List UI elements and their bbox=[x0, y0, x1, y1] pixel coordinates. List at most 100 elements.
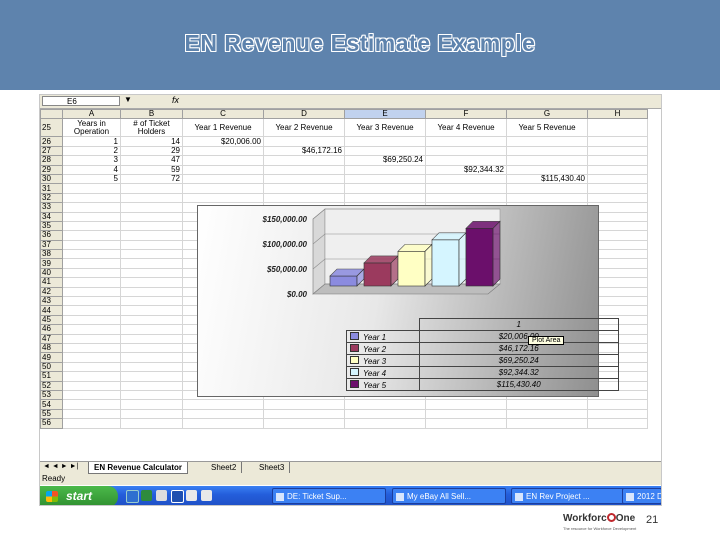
empty-cell[interactable] bbox=[62, 371, 121, 382]
header-cell[interactable]: Year 5 Revenue bbox=[506, 118, 588, 138]
row-header[interactable]: 43 bbox=[40, 296, 63, 307]
empty-cell[interactable] bbox=[120, 389, 183, 401]
header-cell[interactable]: # of Ticket Holders bbox=[120, 118, 183, 138]
empty-cell[interactable] bbox=[506, 408, 588, 420]
empty-cell[interactable] bbox=[120, 333, 183, 345]
data-cell[interactable] bbox=[587, 136, 648, 147]
empty-cell[interactable] bbox=[62, 333, 121, 345]
empty-cell[interactable] bbox=[120, 192, 183, 204]
empty-cell[interactable] bbox=[344, 418, 426, 429]
data-cell[interactable] bbox=[587, 164, 648, 175]
sheet-tab[interactable]: Sheet3 bbox=[254, 462, 291, 473]
data-cell[interactable]: 59 bbox=[120, 164, 183, 175]
empty-cell[interactable] bbox=[62, 418, 121, 429]
sheet-tab[interactable]: Sheet2 bbox=[206, 462, 243, 473]
data-cell[interactable] bbox=[587, 155, 648, 166]
empty-cell[interactable] bbox=[62, 267, 121, 279]
row-header[interactable]: 37 bbox=[40, 239, 63, 251]
empty-cell[interactable] bbox=[263, 192, 345, 204]
empty-cell[interactable] bbox=[120, 183, 183, 194]
data-cell[interactable]: $115,430.40 bbox=[506, 173, 588, 185]
column-header-g[interactable]: G bbox=[506, 108, 588, 120]
row-header[interactable]: 27 bbox=[40, 145, 63, 157]
empty-cell[interactable] bbox=[62, 277, 121, 288]
empty-cell[interactable] bbox=[506, 418, 588, 429]
data-cell[interactable]: 14 bbox=[120, 136, 183, 147]
empty-cell[interactable] bbox=[120, 418, 183, 429]
empty-cell[interactable] bbox=[344, 399, 426, 410]
row-header[interactable]: 55 bbox=[40, 408, 63, 420]
row-header[interactable]: 39 bbox=[40, 258, 63, 269]
column-header-d[interactable]: D bbox=[263, 108, 345, 120]
empty-cell[interactable] bbox=[120, 314, 183, 326]
header-cell[interactable]: Year 2 Revenue bbox=[263, 118, 345, 138]
row-header[interactable]: 52 bbox=[40, 380, 63, 391]
empty-cell[interactable] bbox=[182, 418, 264, 429]
sheet-tab[interactable]: EN Revenue Calculator bbox=[88, 462, 189, 474]
empty-cell[interactable] bbox=[263, 183, 345, 194]
empty-cell[interactable] bbox=[587, 399, 648, 410]
quicklaunch-icon-6[interactable] bbox=[201, 490, 212, 501]
empty-cell[interactable] bbox=[62, 352, 121, 363]
empty-cell[interactable] bbox=[120, 277, 183, 288]
empty-cell[interactable] bbox=[425, 408, 507, 420]
row-header[interactable]: 28 bbox=[40, 155, 63, 166]
empty-cell[interactable] bbox=[120, 230, 183, 241]
empty-cell[interactable] bbox=[120, 202, 183, 213]
row-header[interactable]: 44 bbox=[40, 305, 63, 316]
row-header[interactable]: 26 bbox=[40, 136, 63, 147]
empty-cell[interactable] bbox=[344, 408, 426, 420]
column-header-c[interactable]: C bbox=[182, 108, 264, 120]
data-cell[interactable] bbox=[506, 136, 588, 147]
empty-cell[interactable] bbox=[587, 408, 648, 420]
data-cell[interactable]: $46,172.16 bbox=[263, 145, 345, 157]
header-cell[interactable]: Year 4 Revenue bbox=[425, 118, 507, 138]
data-cell[interactable] bbox=[182, 145, 264, 157]
data-cell[interactable] bbox=[344, 164, 426, 175]
quicklaunch-icon-3[interactable] bbox=[156, 490, 167, 501]
empty-cell[interactable] bbox=[120, 258, 183, 269]
taskbar-button[interactable]: My eBay All Sell... bbox=[392, 488, 506, 504]
row-header[interactable]: 56 bbox=[40, 418, 63, 429]
row-header[interactable]: 41 bbox=[40, 277, 63, 288]
sheet-nav-icon[interactable]: ◄ ◄ ► ►| bbox=[43, 463, 78, 470]
row-header[interactable]: 47 bbox=[40, 333, 63, 345]
fx-icon[interactable]: fx bbox=[172, 95, 179, 105]
data-cell[interactable] bbox=[263, 173, 345, 185]
data-cell[interactable]: $69,250.24 bbox=[344, 155, 426, 166]
empty-cell[interactable] bbox=[263, 408, 345, 420]
empty-cell[interactable] bbox=[587, 183, 648, 194]
taskbar-button[interactable]: 2012 DE... bbox=[622, 488, 661, 504]
empty-cell[interactable] bbox=[62, 399, 121, 410]
empty-cell[interactable] bbox=[182, 192, 264, 204]
data-cell[interactable]: 2 bbox=[62, 145, 121, 157]
data-cell[interactable] bbox=[425, 145, 507, 157]
quicklaunch-icon-5[interactable] bbox=[186, 490, 197, 501]
empty-cell[interactable] bbox=[120, 296, 183, 307]
empty-cell[interactable] bbox=[62, 220, 121, 232]
data-cell[interactable] bbox=[587, 173, 648, 185]
empty-cell[interactable] bbox=[425, 192, 507, 204]
header-cell[interactable]: Year 3 Revenue bbox=[344, 118, 426, 138]
data-cell[interactable] bbox=[506, 145, 588, 157]
empty-cell[interactable] bbox=[62, 296, 121, 307]
empty-cell[interactable] bbox=[62, 389, 121, 401]
row-header[interactable]: 36 bbox=[40, 230, 63, 241]
empty-cell[interactable] bbox=[120, 305, 183, 316]
row-header[interactable]: 34 bbox=[40, 211, 63, 222]
data-cell[interactable] bbox=[344, 136, 426, 147]
data-cell[interactable]: 5 bbox=[62, 173, 121, 185]
empty-cell[interactable] bbox=[120, 361, 183, 373]
empty-cell[interactable] bbox=[120, 399, 183, 410]
empty-cell[interactable] bbox=[587, 192, 648, 204]
data-cell[interactable] bbox=[263, 136, 345, 147]
data-cell[interactable] bbox=[587, 145, 648, 157]
row-header[interactable]: 53 bbox=[40, 389, 63, 401]
row-header[interactable]: 51 bbox=[40, 371, 63, 382]
data-cell[interactable]: $20,006.00 bbox=[182, 136, 264, 147]
empty-cell[interactable] bbox=[263, 399, 345, 410]
row-header[interactable]: 48 bbox=[40, 342, 63, 354]
row-header[interactable]: 25 bbox=[40, 118, 63, 138]
empty-cell[interactable] bbox=[120, 220, 183, 232]
empty-cell[interactable] bbox=[120, 324, 183, 335]
